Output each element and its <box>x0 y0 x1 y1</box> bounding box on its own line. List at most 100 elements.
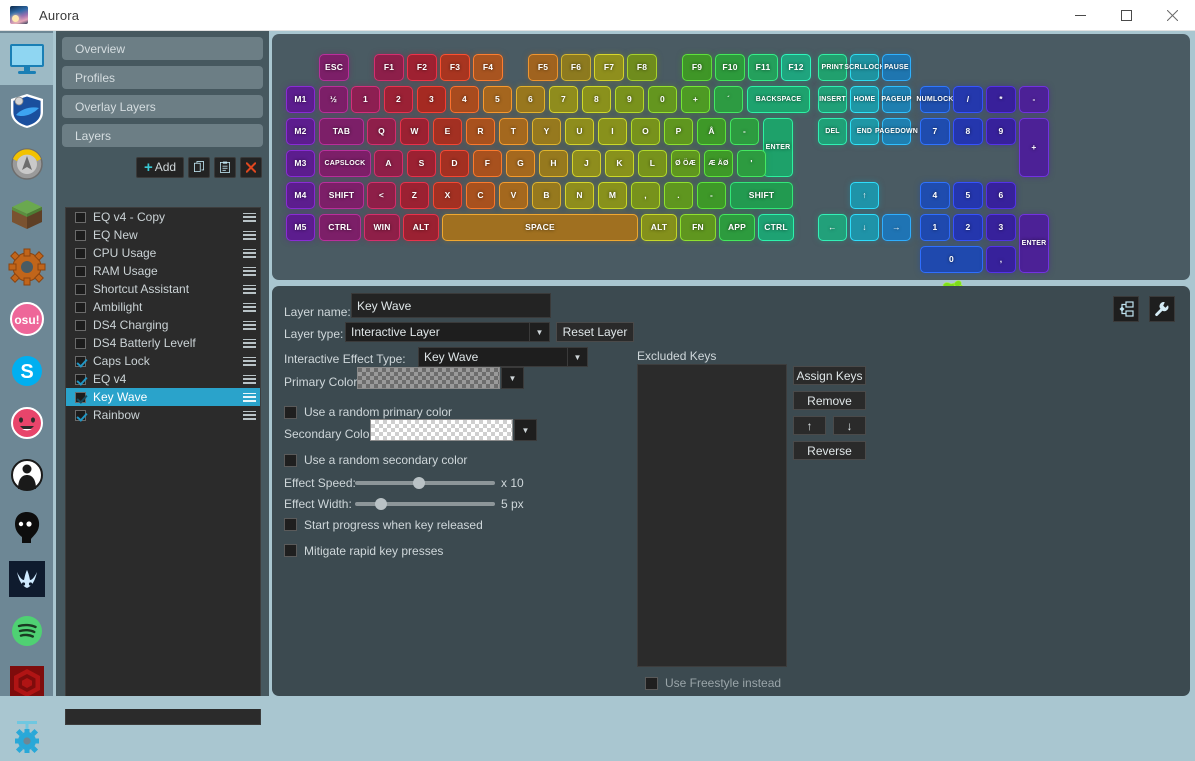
keyboard-key[interactable]: 1 <box>351 86 380 113</box>
keyboard-key[interactable]: 4 <box>920 182 950 209</box>
keyboard-key[interactable]: P <box>664 118 693 145</box>
keyboard-key[interactable]: Å <box>697 118 726 145</box>
keyboard-key[interactable]: ' <box>737 150 766 177</box>
keyboard-key[interactable]: SCRL LOCK <box>844 54 885 81</box>
sidebar-item-overwatch[interactable] <box>0 137 53 189</box>
layer-list-item[interactable]: EQ v4 <box>66 370 260 388</box>
keyboard-key[interactable]: B <box>532 182 561 209</box>
assign-keys-button[interactable]: Assign Keys <box>793 366 866 385</box>
layer-list-item[interactable]: Rainbow <box>66 406 260 424</box>
sidebar-item-desktop[interactable] <box>0 33 53 85</box>
use-freestyle-checkbox[interactable] <box>645 677 658 690</box>
keyboard-key[interactable]: - <box>697 182 726 209</box>
keyboard-key[interactable]: APP <box>719 214 755 241</box>
layer-list-item[interactable]: Caps Lock <box>66 352 260 370</box>
keyboard-key[interactable]: Y <box>532 118 561 145</box>
keyboard-key[interactable]: K <box>605 150 634 177</box>
keyboard-key[interactable]: L <box>638 150 667 177</box>
sidebar-item-settings[interactable] <box>0 709 53 761</box>
keyboard-key[interactable]: CAPS LOCK <box>319 150 371 177</box>
keyboard-key[interactable]: + <box>681 86 710 113</box>
sidebar-item-osu[interactable]: osu! <box>0 293 53 345</box>
keyboard-key[interactable]: INSERT <box>818 86 847 113</box>
keyboard-key[interactable]: 6 <box>986 182 1016 209</box>
keyboard-key[interactable]: SPACE <box>442 214 638 241</box>
layer-drag-handle-icon[interactable] <box>243 248 256 258</box>
keyboard-key[interactable]: F12 <box>781 54 811 81</box>
minimize-button[interactable] <box>1057 0 1103 31</box>
sidebar-item-rocket-league[interactable] <box>0 85 53 137</box>
keyboard-key[interactable]: 2 <box>953 214 983 241</box>
keyboard-key[interactable]: V <box>499 182 528 209</box>
layer-list-item[interactable]: EQ v4 - Copy <box>66 208 260 226</box>
keyboard-key[interactable]: + <box>1019 118 1049 177</box>
keyboard-key[interactable]: CTRL <box>758 214 794 241</box>
secondary-color-swatch[interactable] <box>370 419 513 441</box>
layer-drag-handle-icon[interactable] <box>243 302 256 312</box>
keyboard-key[interactable]: ↓ <box>850 214 879 241</box>
sidebar-item-slime-rancher[interactable] <box>0 397 53 449</box>
keyboard-key[interactable]: FN <box>680 214 716 241</box>
keyboard-key[interactable]: * <box>986 86 1016 113</box>
keyboard-key[interactable]: PAGE DOWN <box>875 118 918 145</box>
layer-drag-handle-icon[interactable] <box>243 392 256 402</box>
start-progress-checkbox[interactable] <box>284 518 297 531</box>
keyboard-preview[interactable]: ESC F1 F2 F3 F4 F5 F6 F7 F8 F9 F10 F11 F12 PRINT SCRL L… <box>280 42 1070 277</box>
keyboard-key[interactable]: I <box>598 118 627 145</box>
nav-overlay-layers[interactable]: Overlay Layers <box>62 95 263 118</box>
maximize-button[interactable] <box>1103 0 1149 31</box>
keyboard-key[interactable]: PAUSE <box>882 54 911 81</box>
keyboard-key[interactable]: 7 <box>920 118 950 145</box>
keyboard-key[interactable]: HOME <box>850 86 879 113</box>
keyboard-key[interactable]: N <box>565 182 594 209</box>
layer-list-item[interactable]: DS4 Batterly Levelf <box>66 334 260 352</box>
sidebar-item-terraria[interactable] <box>0 241 53 293</box>
keyboard-key[interactable]: 5 <box>483 86 512 113</box>
layer-drag-handle-icon[interactable] <box>243 212 256 222</box>
nav-overview[interactable]: Overview <box>62 37 263 60</box>
layer-name-input[interactable]: Key Wave <box>351 293 551 318</box>
keyboard-key[interactable]: Ø ÖÆ <box>671 150 700 177</box>
delete-layer-button[interactable] <box>240 156 262 178</box>
keyboard-key[interactable]: < <box>367 182 396 209</box>
slider-thumb[interactable] <box>412 477 425 489</box>
effect-speed-slider[interactable] <box>355 476 495 490</box>
layer-drag-handle-icon[interactable] <box>243 410 256 420</box>
sidebar-item-spotify[interactable] <box>0 605 53 657</box>
keyboard-key[interactable]: M4 <box>286 182 315 209</box>
keyboard-key[interactable]: ALT <box>641 214 677 241</box>
remove-key-button[interactable]: Remove <box>793 391 866 410</box>
move-key-up-button[interactable]: ↑ <box>793 416 826 435</box>
keyboard-key[interactable]: 8 <box>953 118 983 145</box>
keyboard-key[interactable]: 0 <box>920 246 983 273</box>
keyboard-key[interactable]: PAGE UP <box>881 86 911 113</box>
keyboard-key[interactable]: X <box>433 182 462 209</box>
keyboard-key[interactable]: E <box>433 118 462 145</box>
layer-drag-handle-icon[interactable] <box>243 374 256 384</box>
paste-layer-button[interactable] <box>214 156 236 178</box>
random-secondary-checkbox[interactable] <box>284 454 297 467</box>
settings-wrench-button[interactable] <box>1149 296 1175 322</box>
keyboard-key[interactable]: , <box>631 182 660 209</box>
keyboard-key[interactable]: 5 <box>953 182 983 209</box>
keyboard-key[interactable]: G <box>506 150 535 177</box>
keyboard-key[interactable]: 3 <box>417 86 446 113</box>
interactive-effect-type-select[interactable]: Key Wave ▼ <box>418 347 588 367</box>
keyboard-key[interactable]: - <box>1019 86 1049 113</box>
sidebar-item-limbo[interactable] <box>0 501 53 553</box>
node-editor-button[interactable] <box>1113 296 1139 322</box>
keyboard-key[interactable]: F <box>473 150 502 177</box>
random-primary-checkbox[interactable] <box>284 406 297 419</box>
keyboard-key[interactable]: 0 <box>648 86 677 113</box>
keyboard-key[interactable]: 1 <box>920 214 950 241</box>
layer-enabled-checkbox[interactable] <box>75 373 86 385</box>
copy-layer-button[interactable] <box>188 156 210 178</box>
keyboard-key[interactable]: 6 <box>516 86 545 113</box>
keyboard-key[interactable]: → <box>882 214 911 241</box>
layer-enabled-checkbox[interactable] <box>75 229 86 241</box>
slider-thumb[interactable] <box>375 498 388 510</box>
nav-layers[interactable]: Layers <box>62 124 263 147</box>
keyboard-key[interactable]: DEL <box>818 118 847 145</box>
keyboard-key[interactable]: ← <box>818 214 847 241</box>
keyboard-key[interactable]: M2 <box>286 118 315 145</box>
